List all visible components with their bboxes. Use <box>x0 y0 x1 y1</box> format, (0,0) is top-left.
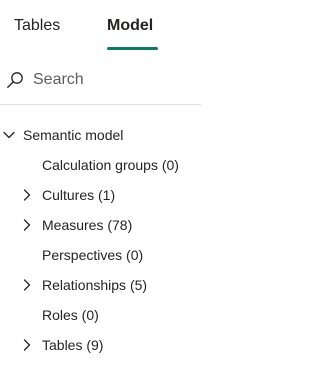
tree-item-relationships[interactable]: Relationships (5) <box>0 270 201 300</box>
tree-item-roles[interactable]: Roles (0) <box>0 300 201 330</box>
chevron-right-icon[interactable] <box>20 188 34 202</box>
chevron-right-icon[interactable] <box>20 338 34 352</box>
tree-item-perspectives[interactable]: Perspectives (0) <box>0 240 201 270</box>
search-icon <box>6 71 24 89</box>
tree-item-label: Calculation groups (0) <box>42 157 179 173</box>
tab-bar: Tables Model <box>0 0 201 56</box>
tree-item-calculation-groups[interactable]: Calculation groups (0) <box>0 150 201 180</box>
tree-item-label: Roles (0) <box>42 307 99 323</box>
active-tab-indicator <box>107 47 158 50</box>
tree-root-label: Semantic model <box>23 127 124 143</box>
tab-model[interactable]: Model <box>107 16 153 36</box>
model-tree: Semantic model Calculation groups (0) Cu… <box>0 120 201 360</box>
search-input[interactable] <box>33 69 193 91</box>
tree-item-label: Cultures (1) <box>42 187 116 203</box>
tree-item-cultures[interactable]: Cultures (1) <box>0 180 201 210</box>
tree-item-tables[interactable]: Tables (9) <box>0 330 201 360</box>
chevron-down-icon[interactable] <box>2 128 16 142</box>
tree-root-semantic-model[interactable]: Semantic model <box>0 120 201 150</box>
tree-item-label: Perspectives (0) <box>42 247 144 263</box>
tree-item-measures[interactable]: Measures (78) <box>0 210 201 240</box>
chevron-right-icon[interactable] <box>20 278 34 292</box>
model-explorer-pane: Tables Model Semantic model Calculation … <box>0 0 201 379</box>
chevron-right-icon[interactable] <box>20 218 34 232</box>
tree-item-label: Measures (78) <box>42 217 133 233</box>
search-divider <box>0 104 201 105</box>
tree-item-label: Tables (9) <box>42 337 104 353</box>
search-box[interactable] <box>0 66 201 94</box>
tab-tables[interactable]: Tables <box>14 16 60 36</box>
tree-item-label: Relationships (5) <box>42 277 148 293</box>
